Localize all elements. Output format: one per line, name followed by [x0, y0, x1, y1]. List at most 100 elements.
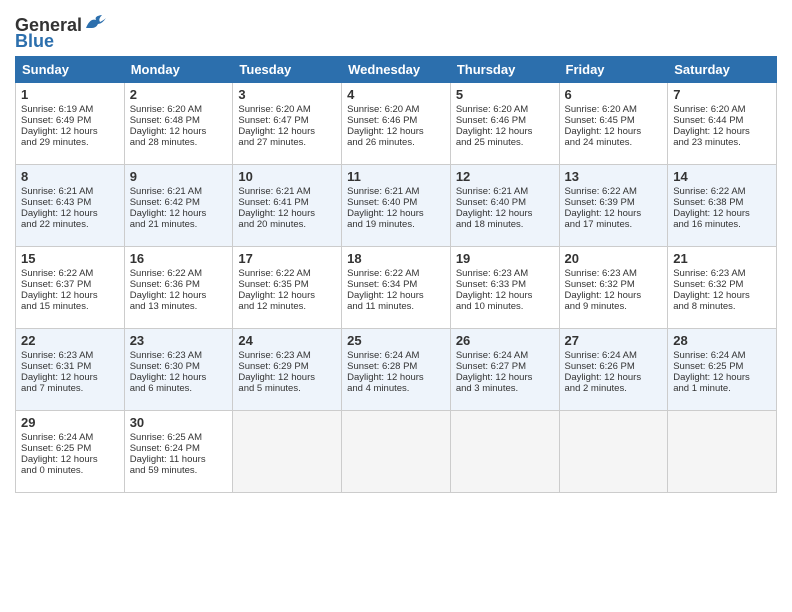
calendar-week-3: 15Sunrise: 6:22 AMSunset: 6:37 PMDayligh… [16, 247, 777, 329]
calendar-week-4: 22Sunrise: 6:23 AMSunset: 6:31 PMDayligh… [16, 329, 777, 411]
day-info: Sunset: 6:38 PM [673, 197, 771, 208]
calendar-table: SundayMondayTuesdayWednesdayThursdayFrid… [15, 56, 777, 493]
day-info: and 9 minutes. [565, 301, 663, 312]
day-number: 30 [130, 415, 228, 430]
day-number: 2 [130, 87, 228, 102]
day-info: Sunrise: 6:22 AM [238, 268, 336, 279]
day-info: Daylight: 12 hours [238, 372, 336, 383]
calendar-cell: 3Sunrise: 6:20 AMSunset: 6:47 PMDaylight… [233, 83, 342, 165]
day-number: 9 [130, 169, 228, 184]
day-header-thursday: Thursday [450, 57, 559, 83]
day-info: Daylight: 12 hours [565, 290, 663, 301]
day-info: Daylight: 12 hours [130, 372, 228, 383]
day-info: Sunset: 6:28 PM [347, 361, 445, 372]
calendar-cell: 16Sunrise: 6:22 AMSunset: 6:36 PMDayligh… [124, 247, 233, 329]
day-info: Sunset: 6:32 PM [565, 279, 663, 290]
day-info: Daylight: 12 hours [21, 290, 119, 301]
calendar-cell: 24Sunrise: 6:23 AMSunset: 6:29 PMDayligh… [233, 329, 342, 411]
calendar-cell [233, 411, 342, 493]
calendar-cell: 29Sunrise: 6:24 AMSunset: 6:25 PMDayligh… [16, 411, 125, 493]
day-info: Sunset: 6:25 PM [673, 361, 771, 372]
day-info: Sunset: 6:42 PM [130, 197, 228, 208]
day-info: and 4 minutes. [347, 383, 445, 394]
calendar-cell: 18Sunrise: 6:22 AMSunset: 6:34 PMDayligh… [342, 247, 451, 329]
day-info: Sunrise: 6:21 AM [130, 186, 228, 197]
day-number: 25 [347, 333, 445, 348]
day-info: and 26 minutes. [347, 137, 445, 148]
day-number: 28 [673, 333, 771, 348]
calendar-cell: 2Sunrise: 6:20 AMSunset: 6:48 PMDaylight… [124, 83, 233, 165]
day-info: Sunset: 6:40 PM [347, 197, 445, 208]
day-number: 18 [347, 251, 445, 266]
calendar-week-2: 8Sunrise: 6:21 AMSunset: 6:43 PMDaylight… [16, 165, 777, 247]
day-info: and 59 minutes. [130, 465, 228, 476]
day-info: and 27 minutes. [238, 137, 336, 148]
day-info: Daylight: 12 hours [347, 208, 445, 219]
day-info: and 12 minutes. [238, 301, 336, 312]
day-info: Sunset: 6:46 PM [456, 115, 554, 126]
day-info: and 17 minutes. [565, 219, 663, 230]
day-info: and 2 minutes. [565, 383, 663, 394]
day-info: Daylight: 12 hours [238, 126, 336, 137]
day-info: Daylight: 12 hours [238, 208, 336, 219]
calendar-cell: 21 Sunrise: 6:23 AMSunset: 6:32 PMDayligh… [668, 247, 777, 329]
day-info: and 6 minutes. [130, 383, 228, 394]
calendar-cell: 20Sunrise: 6:23 AMSunset: 6:32 PMDayligh… [559, 247, 668, 329]
day-info: and 10 minutes. [456, 301, 554, 312]
day-number: 5 [456, 87, 554, 102]
calendar-cell: 15Sunrise: 6:22 AMSunset: 6:37 PMDayligh… [16, 247, 125, 329]
day-info: Sunrise: 6:23 AM [673, 268, 771, 279]
day-info: Daylight: 12 hours [21, 372, 119, 383]
day-header-friday: Friday [559, 57, 668, 83]
day-info: Sunrise: 6:22 AM [130, 268, 228, 279]
day-info: and 29 minutes. [21, 137, 119, 148]
calendar-cell: 27Sunrise: 6:24 AMSunset: 6:26 PMDayligh… [559, 329, 668, 411]
day-info: Daylight: 12 hours [565, 208, 663, 219]
calendar-cell: 14 Sunrise: 6:22 AMSunset: 6:38 PMDayligh… [668, 165, 777, 247]
day-info: and 19 minutes. [347, 219, 445, 230]
day-info: Daylight: 12 hours [130, 126, 228, 137]
day-info: Sunset: 6:32 PM [673, 279, 771, 290]
calendar-cell: 8Sunrise: 6:21 AMSunset: 6:43 PMDaylight… [16, 165, 125, 247]
day-number: 29 [21, 415, 119, 430]
day-info: Sunset: 6:44 PM [673, 115, 771, 126]
day-number: 1 [21, 87, 119, 102]
day-info: and 13 minutes. [130, 301, 228, 312]
day-info: and 21 minutes. [130, 219, 228, 230]
day-info: Sunrise: 6:20 AM [130, 104, 228, 115]
logo-blue: Blue [15, 32, 54, 50]
calendar-cell: 17Sunrise: 6:22 AMSunset: 6:35 PMDayligh… [233, 247, 342, 329]
day-info: Daylight: 12 hours [673, 290, 771, 301]
day-info: Daylight: 12 hours [673, 208, 771, 219]
day-info: Sunrise: 6:23 AM [21, 350, 119, 361]
day-info: Sunrise: 6:20 AM [673, 104, 771, 115]
day-header-wednesday: Wednesday [342, 57, 451, 83]
logo-bird-icon [84, 14, 106, 32]
day-info: Daylight: 11 hours [130, 454, 228, 465]
day-info: and 20 minutes. [238, 219, 336, 230]
day-info: Sunrise: 6:24 AM [347, 350, 445, 361]
day-info: and 15 minutes. [21, 301, 119, 312]
calendar-cell: 1Sunrise: 6:19 AMSunset: 6:49 PMDaylight… [16, 83, 125, 165]
day-number: 13 [565, 169, 663, 184]
header: General Blue [15, 10, 777, 50]
day-info: Sunset: 6:47 PM [238, 115, 336, 126]
day-info: Sunrise: 6:23 AM [456, 268, 554, 279]
day-info: Daylight: 12 hours [673, 372, 771, 383]
day-info: Sunset: 6:29 PM [238, 361, 336, 372]
logo: General Blue [15, 16, 106, 50]
day-info: and 1 minute. [673, 383, 771, 394]
day-info: Daylight: 12 hours [456, 372, 554, 383]
day-info: Sunset: 6:35 PM [238, 279, 336, 290]
day-info: Sunrise: 6:23 AM [130, 350, 228, 361]
day-number: 8 [21, 169, 119, 184]
day-info: Daylight: 12 hours [347, 290, 445, 301]
day-info: Sunrise: 6:20 AM [347, 104, 445, 115]
day-info: and 3 minutes. [456, 383, 554, 394]
day-info: and 11 minutes. [347, 301, 445, 312]
day-info: and 7 minutes. [21, 383, 119, 394]
day-number: 14 [673, 169, 771, 184]
day-info: Sunrise: 6:22 AM [673, 186, 771, 197]
day-number: 21 [673, 251, 771, 266]
day-info: Sunset: 6:33 PM [456, 279, 554, 290]
